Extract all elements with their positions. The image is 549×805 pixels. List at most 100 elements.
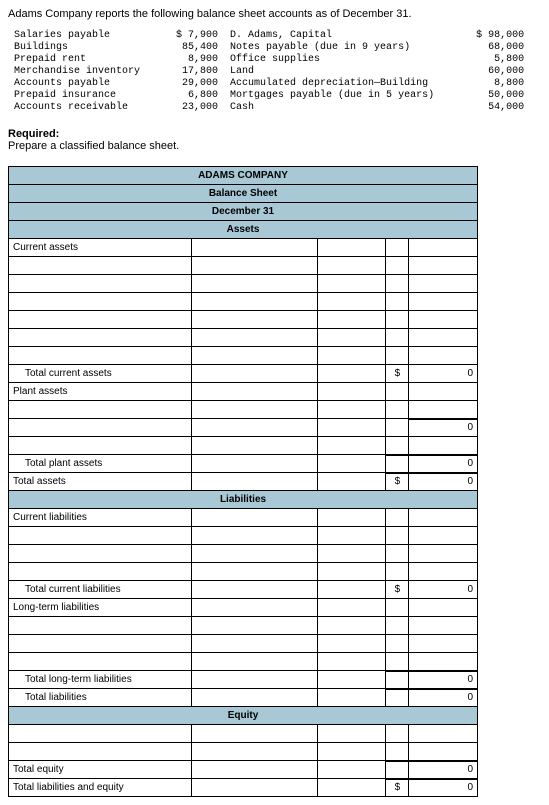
input-cell[interactable] (9, 743, 192, 761)
input-cell[interactable] (409, 257, 478, 275)
input-cell[interactable] (409, 545, 478, 563)
input-cell[interactable] (192, 527, 318, 545)
input-cell[interactable] (386, 383, 409, 401)
input-cell[interactable] (386, 257, 409, 275)
input-cell[interactable] (192, 617, 318, 635)
input-cell[interactable] (192, 635, 318, 653)
input-cell[interactable] (9, 347, 192, 365)
input-cell[interactable] (192, 581, 318, 599)
input-cell[interactable] (409, 563, 478, 581)
input-cell[interactable] (386, 761, 409, 779)
input-cell[interactable] (317, 239, 386, 257)
input-cell[interactable] (386, 635, 409, 653)
input-cell[interactable] (409, 275, 478, 293)
input-cell[interactable] (192, 275, 318, 293)
input-cell[interactable] (386, 599, 409, 617)
input-cell[interactable] (9, 617, 192, 635)
input-cell[interactable] (317, 545, 386, 563)
input-cell[interactable] (192, 725, 318, 743)
input-cell[interactable] (409, 743, 478, 761)
input-cell[interactable] (192, 599, 318, 617)
input-cell[interactable] (317, 347, 386, 365)
input-cell[interactable] (409, 401, 478, 419)
input-cell[interactable] (386, 563, 409, 581)
input-cell[interactable] (317, 365, 386, 383)
input-cell[interactable] (9, 563, 192, 581)
input-cell[interactable] (386, 311, 409, 329)
input-cell[interactable] (409, 293, 478, 311)
input-cell[interactable] (192, 383, 318, 401)
input-cell[interactable] (317, 689, 386, 707)
input-cell[interactable] (9, 635, 192, 653)
input-cell[interactable] (192, 509, 318, 527)
input-cell[interactable] (192, 473, 318, 491)
input-cell[interactable] (386, 239, 409, 257)
input-cell[interactable] (317, 437, 386, 455)
input-cell[interactable] (192, 311, 318, 329)
input-cell[interactable] (192, 455, 318, 473)
input-cell[interactable] (386, 347, 409, 365)
input-cell[interactable] (409, 617, 478, 635)
input-cell[interactable] (317, 293, 386, 311)
input-cell[interactable] (386, 617, 409, 635)
input-cell[interactable] (9, 275, 192, 293)
input-cell[interactable] (192, 329, 318, 347)
input-cell[interactable] (317, 257, 386, 275)
input-cell[interactable] (9, 545, 192, 563)
input-cell[interactable] (317, 581, 386, 599)
input-cell[interactable] (386, 653, 409, 671)
input-cell[interactable] (409, 383, 478, 401)
input-cell[interactable] (409, 653, 478, 671)
input-cell[interactable] (192, 419, 318, 437)
input-cell[interactable] (386, 329, 409, 347)
input-cell[interactable] (9, 401, 192, 419)
input-cell[interactable] (9, 725, 192, 743)
input-cell[interactable] (409, 347, 478, 365)
input-cell[interactable] (317, 725, 386, 743)
input-cell[interactable] (386, 725, 409, 743)
input-cell[interactable] (9, 437, 192, 455)
input-cell[interactable] (386, 671, 409, 689)
input-cell[interactable] (192, 365, 318, 383)
input-cell[interactable] (409, 635, 478, 653)
input-cell[interactable] (409, 329, 478, 347)
input-cell[interactable] (386, 509, 409, 527)
input-cell[interactable] (9, 419, 192, 437)
input-cell[interactable] (317, 671, 386, 689)
input-cell[interactable] (317, 599, 386, 617)
input-cell[interactable] (192, 257, 318, 275)
input-cell[interactable] (192, 437, 318, 455)
input-cell[interactable] (386, 545, 409, 563)
input-cell[interactable] (386, 743, 409, 761)
input-cell[interactable] (386, 293, 409, 311)
input-cell[interactable] (409, 509, 478, 527)
input-cell[interactable] (9, 293, 192, 311)
input-cell[interactable] (9, 257, 192, 275)
input-cell[interactable] (317, 383, 386, 401)
input-cell[interactable] (386, 419, 409, 437)
input-cell[interactable] (192, 545, 318, 563)
input-cell[interactable] (409, 599, 478, 617)
input-cell[interactable] (317, 563, 386, 581)
input-cell[interactable] (317, 329, 386, 347)
input-cell[interactable] (386, 437, 409, 455)
input-cell[interactable] (317, 455, 386, 473)
input-cell[interactable] (192, 563, 318, 581)
input-cell[interactable] (409, 725, 478, 743)
input-cell[interactable] (317, 653, 386, 671)
input-cell[interactable] (409, 311, 478, 329)
input-cell[interactable] (317, 743, 386, 761)
input-cell[interactable] (192, 761, 318, 779)
input-cell[interactable] (192, 779, 318, 797)
input-cell[interactable] (386, 527, 409, 545)
input-cell[interactable] (317, 419, 386, 437)
input-cell[interactable] (386, 401, 409, 419)
input-cell[interactable] (317, 509, 386, 527)
input-cell[interactable] (409, 527, 478, 545)
input-cell[interactable] (317, 761, 386, 779)
input-cell[interactable] (192, 401, 318, 419)
input-cell[interactable] (192, 293, 318, 311)
input-cell[interactable] (409, 239, 478, 257)
input-cell[interactable] (192, 239, 318, 257)
input-cell[interactable] (192, 743, 318, 761)
